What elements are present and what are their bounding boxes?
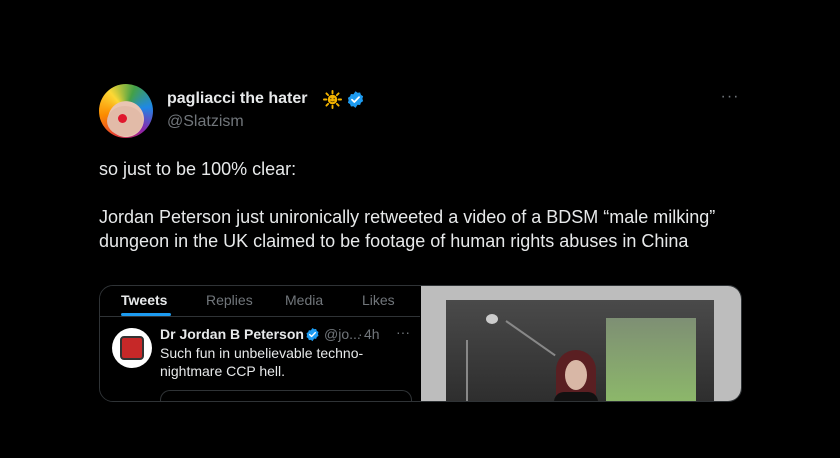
metal-frame-bar (466, 340, 468, 401)
tweet-media[interactable]: Tweets Replies Media Likes Dr Jordan B P… (99, 285, 742, 402)
embed-author-handle: @jo... (324, 326, 361, 342)
more-options-icon[interactable]: ··· (718, 89, 742, 110)
tab-replies[interactable]: Replies (206, 292, 253, 308)
embedded-video-still (421, 286, 741, 401)
embed-tweet-text: Such fun in unbelievable techno-nightmar… (160, 345, 364, 379)
tab-media[interactable]: Media (285, 292, 323, 308)
display-name[interactable]: pagliacci the hater (167, 90, 308, 108)
sun-emoji-icon (323, 90, 342, 109)
embed-verified-badge-icon (306, 327, 319, 342)
embed-avatar-image (120, 336, 144, 360)
embed-timestamp: 4h (364, 326, 380, 342)
ceiling-lamp (486, 314, 498, 324)
tweet-text: so just to be 100% clear: Jordan Peterso… (99, 159, 716, 251)
profile-tabs: Tweets Replies Media Likes (100, 286, 420, 317)
embed-card-edge (160, 390, 412, 401)
embed-avatar (112, 328, 152, 368)
person-face (565, 360, 587, 390)
user-handle[interactable]: @Slatzism (167, 113, 244, 131)
embed-separator: · (358, 326, 363, 342)
person-body (554, 392, 598, 401)
clown-nose (118, 114, 127, 123)
video-window (606, 318, 696, 401)
avatar[interactable] (99, 84, 153, 138)
embed-more-icon: ··· (396, 324, 410, 340)
tab-likes[interactable]: Likes (362, 292, 395, 308)
tab-tweets[interactable]: Tweets (121, 292, 167, 308)
verified-badge-icon[interactable] (346, 90, 365, 109)
embedded-screenshot: Tweets Replies Media Likes Dr Jordan B P… (100, 286, 420, 401)
metal-frame-bar (505, 320, 556, 357)
embed-author-name: Dr Jordan B Peterson (160, 326, 304, 342)
active-tab-indicator (121, 313, 171, 316)
video-frame (446, 300, 714, 401)
